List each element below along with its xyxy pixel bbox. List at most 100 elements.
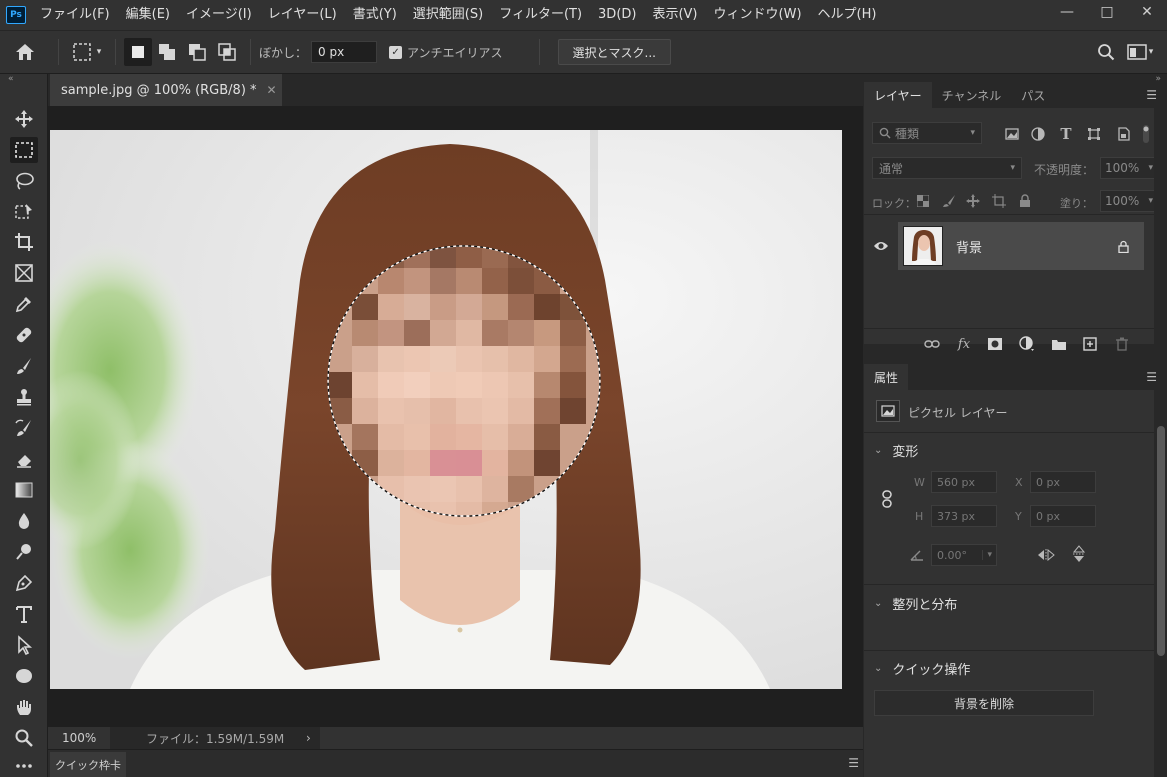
y-input[interactable]: 0 px bbox=[1030, 505, 1096, 527]
transform-section-header[interactable]: ⌄ 変形 bbox=[874, 441, 918, 460]
frame-tool-icon[interactable] bbox=[10, 260, 38, 286]
lock-transparent-pixels-icon[interactable] bbox=[914, 192, 932, 210]
x-input[interactable]: 0 px bbox=[1030, 471, 1096, 493]
flip-vertical-icon[interactable] bbox=[1069, 544, 1089, 564]
layers-panel-menu-icon[interactable]: ☰ bbox=[1146, 88, 1157, 102]
filter-smart-object-icon[interactable] bbox=[1114, 124, 1134, 144]
pen-tool-icon[interactable] bbox=[10, 570, 38, 596]
close-icon[interactable]: ✕ bbox=[1127, 0, 1167, 24]
filter-adjustment-layer-icon[interactable] bbox=[1028, 124, 1048, 144]
home-icon[interactable] bbox=[0, 30, 50, 74]
subtract-from-selection-icon[interactable] bbox=[182, 38, 212, 66]
menu-type[interactable]: 書式(Y) bbox=[345, 0, 405, 30]
fill-input[interactable]: 100% ▾ bbox=[1100, 190, 1158, 212]
tab-paths[interactable]: パス bbox=[1011, 82, 1055, 108]
width-input[interactable]: 560 px bbox=[931, 471, 997, 493]
eraser-tool-icon[interactable] bbox=[10, 446, 38, 472]
quick-export-tab[interactable]: クイック枠卡 bbox=[50, 752, 126, 777]
link-dimensions-chain-icon[interactable] bbox=[880, 488, 894, 510]
spot-healing-brush-icon[interactable] bbox=[10, 322, 38, 348]
move-tool-icon[interactable] bbox=[10, 106, 38, 132]
filter-type-layer-icon[interactable]: T bbox=[1056, 124, 1076, 144]
minimize-icon[interactable]: — bbox=[1047, 0, 1087, 24]
menu-window[interactable]: ウィンドウ(W) bbox=[706, 0, 810, 30]
menu-view[interactable]: 表示(V) bbox=[644, 0, 705, 30]
quick-actions-section-header[interactable]: ⌄ クイック操作 bbox=[874, 659, 970, 678]
menu-file[interactable]: ファイル(F) bbox=[32, 0, 118, 30]
filter-toggle-icon[interactable] bbox=[1140, 122, 1152, 146]
blend-mode-select[interactable]: 通常 ▾ bbox=[872, 157, 1022, 179]
history-brush-tool-icon[interactable] bbox=[10, 415, 38, 441]
maximize-icon[interactable]: □ bbox=[1087, 0, 1127, 24]
gradient-tool-icon[interactable] bbox=[10, 477, 38, 503]
dodge-tool-icon[interactable] bbox=[10, 539, 38, 565]
link-layers-icon[interactable] bbox=[922, 335, 942, 353]
hand-tool-icon[interactable] bbox=[10, 694, 38, 720]
lock-all-icon[interactable] bbox=[1016, 192, 1034, 210]
antialias-checkbox[interactable]: ✓ bbox=[389, 45, 403, 59]
add-to-selection-icon[interactable] bbox=[152, 38, 182, 66]
ellipse-tool-icon[interactable] bbox=[10, 663, 38, 689]
zoom-level[interactable]: 100% bbox=[48, 731, 110, 745]
bottom-panel-menu-icon[interactable]: ☰ bbox=[848, 756, 859, 770]
align-distribute-section-header[interactable]: ⌄ 整列と分布 bbox=[874, 594, 957, 613]
menu-layer[interactable]: レイヤー(L) bbox=[260, 0, 345, 30]
add-mask-icon[interactable] bbox=[985, 335, 1005, 353]
lock-artboard-icon[interactable] bbox=[990, 192, 1008, 210]
remove-background-button[interactable]: 背景を削除 bbox=[874, 690, 1094, 716]
lock-image-pixels-icon[interactable] bbox=[940, 192, 958, 210]
new-adjustment-layer-icon[interactable] bbox=[1016, 335, 1038, 353]
type-tool-icon[interactable] bbox=[10, 601, 38, 627]
path-selection-tool-icon[interactable] bbox=[10, 632, 38, 658]
properties-scrollbar-thumb[interactable] bbox=[1157, 426, 1165, 656]
intersect-selection-icon[interactable] bbox=[212, 38, 242, 66]
layer-row-background[interactable]: 背景 bbox=[898, 222, 1144, 270]
lasso-tool-icon[interactable] bbox=[10, 168, 38, 194]
rectangular-marquee-preset-icon[interactable]: ▾ bbox=[67, 37, 107, 67]
new-selection-icon[interactable] bbox=[124, 38, 152, 66]
eyedropper-tool-icon[interactable] bbox=[10, 291, 38, 317]
tab-properties[interactable]: 属性 bbox=[864, 364, 909, 390]
canvas-area[interactable] bbox=[48, 106, 863, 727]
crop-tool-icon[interactable] bbox=[10, 229, 38, 255]
layer-filter-select[interactable]: 種類 ▾ bbox=[872, 122, 982, 144]
select-and-mask-button[interactable]: 選択とマスク... bbox=[557, 39, 671, 65]
properties-panel-menu-icon[interactable]: ☰ bbox=[1146, 370, 1157, 384]
new-layer-icon[interactable] bbox=[1080, 335, 1100, 353]
new-group-folder-icon[interactable] bbox=[1049, 335, 1069, 353]
lock-position-icon[interactable] bbox=[964, 192, 982, 210]
menu-filter[interactable]: フィルター(T) bbox=[491, 0, 590, 30]
search-icon[interactable] bbox=[1089, 37, 1123, 67]
tab-layers[interactable]: レイヤー bbox=[864, 82, 932, 108]
flip-horizontal-icon[interactable] bbox=[1036, 546, 1056, 564]
menu-image[interactable]: イメージ(I) bbox=[178, 0, 260, 30]
zoom-tool-icon[interactable] bbox=[10, 725, 38, 751]
rectangular-marquee-tool-icon[interactable] bbox=[10, 137, 38, 163]
menu-edit[interactable]: 編集(E) bbox=[118, 0, 178, 30]
height-input[interactable]: 373 px bbox=[931, 505, 997, 527]
layer-visibility-eye-icon[interactable] bbox=[872, 238, 890, 254]
close-tab-icon[interactable]: ✕ bbox=[267, 83, 277, 97]
brush-tool-icon[interactable] bbox=[10, 353, 38, 379]
collapse-toolbar-icon[interactable]: « bbox=[8, 74, 14, 84]
layer-style-fx-icon[interactable]: fx bbox=[954, 335, 974, 353]
delete-layer-trash-icon[interactable] bbox=[1112, 335, 1132, 353]
layers-scrollbar[interactable] bbox=[1154, 108, 1167, 344]
angle-input[interactable]: 0.00° ▾ bbox=[931, 544, 997, 566]
blur-tool-icon[interactable] bbox=[10, 508, 38, 534]
object-selection-tool-icon[interactable] bbox=[10, 198, 38, 224]
menu-select[interactable]: 選択範囲(S) bbox=[405, 0, 491, 30]
document-canvas[interactable] bbox=[50, 130, 842, 689]
more-tools-icon[interactable] bbox=[10, 756, 38, 776]
clone-stamp-tool-icon[interactable] bbox=[10, 384, 38, 410]
document-tab[interactable]: sample.jpg @ 100% (RGB/8) * ✕ bbox=[50, 74, 282, 106]
menu-help[interactable]: ヘルプ(H) bbox=[810, 0, 885, 30]
opacity-input[interactable]: 100% ▾ bbox=[1100, 157, 1158, 179]
filter-shape-layer-icon[interactable] bbox=[1084, 124, 1104, 144]
feather-input[interactable] bbox=[311, 41, 378, 63]
filter-pixel-layer-icon[interactable] bbox=[1002, 124, 1022, 144]
status-menu-chevron-icon[interactable]: › bbox=[306, 731, 311, 745]
properties-scrollbar[interactable] bbox=[1154, 390, 1167, 777]
menu-3d[interactable]: 3D(D) bbox=[590, 0, 644, 30]
workspace-icon[interactable]: ▾ bbox=[1123, 37, 1157, 67]
